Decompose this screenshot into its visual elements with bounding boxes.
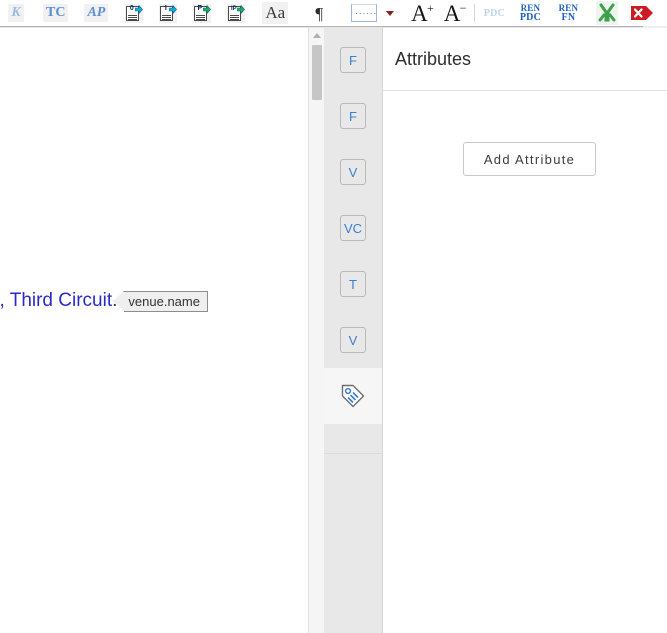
pilcrow-icon: ¶ — [315, 3, 324, 23]
tab-field-1-icon: F — [340, 47, 366, 73]
insert-0-paragraph-button[interactable]: 0 — [123, 1, 145, 25]
insert-p-paragraph-button[interactable]: P — [191, 1, 213, 25]
tag-icon — [338, 381, 368, 411]
page-title: Attributes — [395, 49, 472, 69]
field-options-dropdown[interactable] — [377, 1, 399, 25]
insert-i-paragraph-button[interactable]: I — [157, 1, 179, 25]
tab-text[interactable]: T — [324, 256, 382, 312]
k-marker-icon: K — [8, 4, 24, 22]
tab-variable-content-icon: VC — [340, 215, 366, 241]
change-case-button[interactable]: Aa — [259, 1, 291, 25]
side-tab-rail: F F V VC T V — [324, 28, 383, 633]
decrease-font-size-button[interactable]: A − — [444, 1, 467, 25]
ren-pdc-icon: REN PDC — [519, 3, 541, 23]
document-text-fragment: s, Third Circuit. — [0, 290, 117, 311]
ap-icon: AP — [84, 4, 109, 22]
tab-variable-1[interactable]: V — [324, 144, 382, 200]
ren-fn-button[interactable]: REN FN — [554, 1, 582, 25]
rail-divider — [324, 453, 382, 454]
scroll-up-arrow-icon[interactable] — [313, 33, 321, 38]
document-text-line: s, Third Circuit. venue.name — [0, 290, 208, 312]
tab-variable-1-icon: V — [340, 159, 366, 185]
delete-tag-button[interactable] — [630, 1, 654, 25]
ap-authority-button[interactable]: AP — [81, 1, 111, 25]
tc-icon: TC — [43, 4, 69, 22]
toolbar-separator — [474, 4, 476, 22]
document-editor-canvas[interactable]: s, Third Circuit. venue.name — [0, 28, 308, 633]
document-zero-icon: 0 — [125, 3, 144, 23]
formatting-toolbar: K TC AP 0 I P IP Aa ¶ ······ A + A − PDC… — [0, 0, 667, 26]
tab-field-2[interactable]: F — [324, 88, 382, 144]
attributes-panel-header: Attributes — [383, 28, 667, 91]
document-i-icon: I — [159, 3, 178, 23]
insert-ip-paragraph-button[interactable]: IP — [225, 1, 247, 25]
document-vertical-scrollbar[interactable] — [308, 28, 324, 633]
tab-field-1[interactable]: F — [324, 32, 382, 88]
decrease-font-icon: A − — [443, 0, 467, 26]
tab-variable-2[interactable]: V — [324, 312, 382, 368]
increase-font-size-button[interactable]: A + — [411, 1, 434, 25]
field-placeholder-icon: ······ — [351, 4, 378, 22]
k-marker-button[interactable]: K — [2, 1, 30, 25]
scrollbar-thumb[interactable] — [312, 45, 322, 100]
venue-name-tag-chip[interactable]: venue.name — [124, 290, 208, 312]
document-ip-icon: IP — [227, 3, 246, 23]
pdc-icon: PDC — [483, 7, 506, 19]
add-attribute-button[interactable]: Add Attribute — [463, 142, 596, 176]
tab-field-2-icon: F — [340, 103, 366, 129]
ren-pdc-button[interactable]: REN PDC — [516, 1, 544, 25]
attributes-panel: Attributes Add Attribute — [383, 28, 667, 633]
tag-chip-label: venue.name — [128, 293, 200, 309]
tab-variable-content[interactable]: VC — [324, 200, 382, 256]
merge-fields-button[interactable] — [596, 1, 619, 25]
attributes-panel-body: Add Attribute — [383, 91, 667, 633]
tab-text-icon: T — [340, 271, 366, 297]
ren-fn-icon: REN FN — [558, 3, 579, 23]
pdc-button[interactable]: PDC — [480, 1, 508, 25]
increase-font-icon: A + — [411, 0, 434, 26]
tab-variable-2-icon: V — [340, 327, 366, 353]
application-window: K TC AP 0 I P IP Aa ¶ ······ A + A − PDC… — [0, 0, 667, 633]
show-formatting-marks-button[interactable]: ¶ — [305, 1, 333, 25]
merge-icon — [598, 3, 616, 22]
tc-toc-entry-button[interactable]: TC — [40, 1, 71, 25]
change-case-icon: Aa — [262, 2, 289, 24]
chevron-down-icon — [385, 10, 394, 16]
tab-attributes[interactable] — [324, 368, 382, 424]
delete-red-tag-icon — [631, 6, 654, 20]
insert-field-button[interactable]: ······ — [351, 1, 378, 25]
document-p-icon: P — [193, 3, 212, 23]
